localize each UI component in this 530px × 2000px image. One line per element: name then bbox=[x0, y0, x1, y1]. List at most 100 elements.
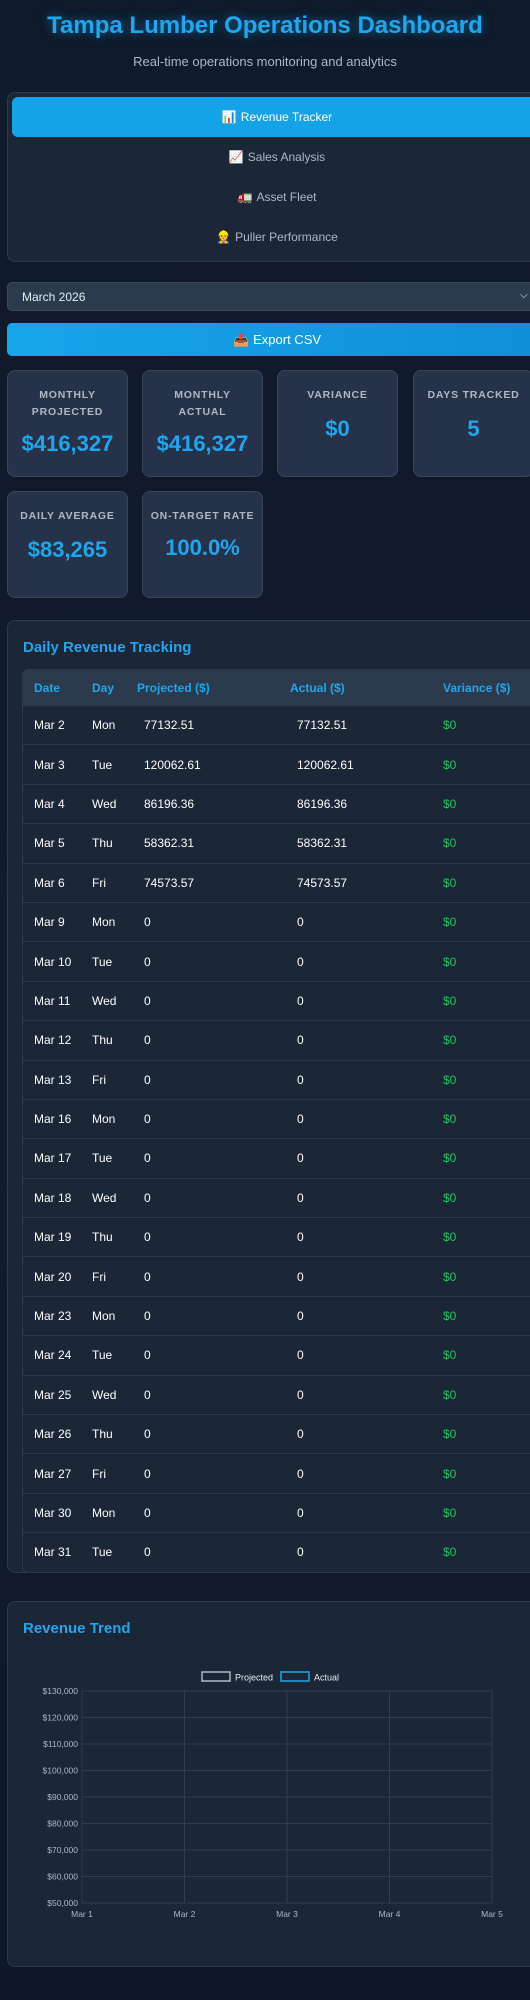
cell-projected: 0 bbox=[144, 1112, 151, 1127]
cell-projected: 0 bbox=[144, 1427, 151, 1442]
nav-puller-performance[interactable]: 👷 Puller Performance bbox=[12, 217, 530, 257]
stat-card-monthly-projected: MONTHLY PROJECTED $416,327 bbox=[7, 370, 128, 477]
cell-day: Mon bbox=[92, 718, 116, 733]
table-row: Mar 5 Thu 58362.31 58362.31 $0 bbox=[23, 823, 530, 862]
month-select-value: March 2026 bbox=[22, 289, 86, 304]
cell-variance: $0 bbox=[443, 875, 457, 890]
cell-actual: 120062.61 bbox=[297, 757, 354, 772]
nav-sales-analysis[interactable]: 📈 Sales Analysis bbox=[12, 137, 530, 177]
trend-chart-icon: 📈 bbox=[228, 150, 244, 164]
nav-label: Sales Analysis bbox=[247, 150, 326, 164]
cell-day: Wed bbox=[92, 993, 117, 1008]
cell-actual: 0 bbox=[297, 1506, 304, 1520]
cell-variance: $0 bbox=[443, 1269, 457, 1284]
cell-actual: 0 bbox=[297, 915, 304, 930]
cell-variance: $0 bbox=[443, 718, 457, 733]
cell-day: Tue bbox=[92, 1545, 113, 1560]
y-tick-label: $60,000 bbox=[47, 1872, 78, 1882]
table-row: Mar 11 Wed 0 0 $0 bbox=[23, 980, 530, 1020]
cell-variance: $0 bbox=[443, 1427, 457, 1442]
table-row: Mar 19 Thu 0 0 $0 bbox=[23, 1217, 530, 1256]
outbox-icon: 📤 bbox=[232, 331, 250, 347]
stat-card-on-target-rate: ON-TARGET RATE 100.0% bbox=[142, 491, 263, 598]
cell-date: Mar 18 bbox=[34, 1190, 72, 1205]
cell-day: Tue bbox=[92, 1348, 113, 1363]
cell-variance: $0 bbox=[443, 1466, 457, 1481]
col-projected: Projected ($) bbox=[137, 680, 210, 695]
cell-day: Wed bbox=[92, 796, 117, 811]
table-row: Mar 30 Mon 0 0 $0 bbox=[23, 1492, 530, 1532]
cell-actual: 0 bbox=[297, 1269, 304, 1284]
month-select[interactable]: March 2026 ⌵ bbox=[7, 282, 530, 311]
cell-date: Mar 2 bbox=[34, 718, 65, 733]
table-header: Date Day Projected ($) Actual ($) Varian… bbox=[23, 670, 530, 705]
page-title: Tampa Lumber Operations Dashboard bbox=[47, 12, 483, 39]
cell-actual: 77132.51 bbox=[297, 718, 348, 733]
stat-label: MONTHLY PROJECTED bbox=[31, 389, 104, 418]
table-row: Mar 26 Thu 0 0 $0 bbox=[23, 1414, 530, 1453]
cell-actual: 0 bbox=[297, 993, 304, 1008]
stat-label: MONTHLY ACTUAL bbox=[174, 389, 231, 418]
stat-label: DAILY AVERAGE bbox=[20, 510, 115, 522]
cell-date: Mar 24 bbox=[34, 1348, 72, 1363]
cell-day: Fri bbox=[92, 1072, 106, 1087]
table-row: Mar 12 Thu 0 0 $0 bbox=[23, 1020, 530, 1059]
cell-date: Mar 3 bbox=[34, 757, 65, 772]
stat-value: $416,327 bbox=[21, 431, 114, 456]
cell-projected: 120062.61 bbox=[144, 757, 201, 772]
cell-projected: 0 bbox=[144, 1190, 151, 1205]
cell-projected: 0 bbox=[144, 1506, 151, 1520]
cell-projected: 0 bbox=[144, 1348, 151, 1363]
cell-day: Wed bbox=[92, 1190, 117, 1205]
cell-day: Mon bbox=[92, 1112, 116, 1127]
nav-label: Puller Performance bbox=[235, 230, 338, 244]
x-tick-label: Mar 4 bbox=[379, 1909, 401, 1919]
stat-card-days-tracked: DAYS TRACKED 5 bbox=[413, 370, 530, 477]
legend-swatch bbox=[201, 1671, 231, 1682]
table-row: Mar 4 Wed 86196.36 86196.36 $0 bbox=[23, 783, 530, 823]
table-body: Mar 2 Mon 77132.51 77132.51 $0 Mar 3 Tue 120062… bbox=[23, 705, 530, 1572]
cell-variance: $0 bbox=[443, 1348, 457, 1363]
cell-projected: 0 bbox=[144, 993, 151, 1008]
cell-date: Mar 13 bbox=[34, 1072, 72, 1087]
cell-projected: 0 bbox=[144, 1151, 151, 1166]
table-row: Mar 10 Tue 0 0 $0 bbox=[23, 941, 530, 980]
cell-day: Fri bbox=[92, 1269, 106, 1284]
cell-projected: 74573.57 bbox=[144, 875, 195, 890]
cell-variance: $0 bbox=[443, 1112, 457, 1127]
table-row: Mar 2 Mon 77132.51 77132.51 $0 bbox=[23, 705, 530, 744]
cell-projected: 0 bbox=[144, 1072, 151, 1087]
cell-projected: 0 bbox=[144, 1309, 151, 1324]
cell-actual: 0 bbox=[297, 1112, 304, 1127]
table-row: Mar 23 Mon 0 0 $0 bbox=[23, 1295, 530, 1335]
table-row: Mar 25 Wed 0 0 $0 bbox=[23, 1374, 530, 1414]
cell-date: Mar 6 bbox=[34, 875, 65, 890]
nav-asset-fleet[interactable]: 🚛 Asset Fleet bbox=[12, 177, 530, 217]
cell-variance: $0 bbox=[443, 1506, 457, 1520]
export-csv-button[interactable]: 📤 Export CSV bbox=[7, 323, 530, 356]
col-variance: Variance ($) bbox=[443, 680, 511, 695]
nav-revenue-tracker[interactable]: 📊 Revenue Tracker bbox=[12, 97, 530, 137]
bar-chart-icon: 📊 bbox=[221, 110, 237, 124]
x-tick-label: Mar 3 bbox=[276, 1909, 298, 1919]
cell-day: Fri bbox=[92, 1466, 106, 1481]
cell-projected: 0 bbox=[144, 1466, 151, 1481]
cell-projected: 0 bbox=[144, 1033, 151, 1048]
page-header: Tampa Lumber Operations Dashboard Real-t… bbox=[0, 0, 530, 90]
y-tick-label: $100,000 bbox=[43, 1766, 79, 1776]
cell-date: Mar 5 bbox=[34, 836, 65, 851]
cell-day: Thu bbox=[92, 1033, 113, 1048]
cell-variance: $0 bbox=[443, 796, 457, 811]
cell-actual: 0 bbox=[297, 1348, 304, 1363]
table-row: Mar 6 Fri 74573.57 74573.57 $0 bbox=[23, 862, 530, 902]
main-nav: 📊 Revenue Tracker 📈 Sales Analysis 🚛 Ass… bbox=[7, 92, 530, 262]
stat-card-monthly-actual: MONTHLY ACTUAL $416,327 bbox=[142, 370, 263, 477]
cell-actual: 0 bbox=[297, 1033, 304, 1048]
table-row: Mar 13 Fri 0 0 $0 bbox=[23, 1059, 530, 1099]
stat-label: ON-TARGET RATE bbox=[150, 510, 255, 522]
table-row: Mar 3 Tue 120062.61 120062.61 $0 bbox=[23, 744, 530, 783]
cell-actual: 0 bbox=[297, 1190, 304, 1205]
table-row: Mar 27 Fri 0 0 $0 bbox=[23, 1453, 530, 1492]
cell-projected: 0 bbox=[144, 954, 151, 969]
revenue-table: Date Day Projected ($) Actual ($) Varian… bbox=[22, 669, 530, 1573]
